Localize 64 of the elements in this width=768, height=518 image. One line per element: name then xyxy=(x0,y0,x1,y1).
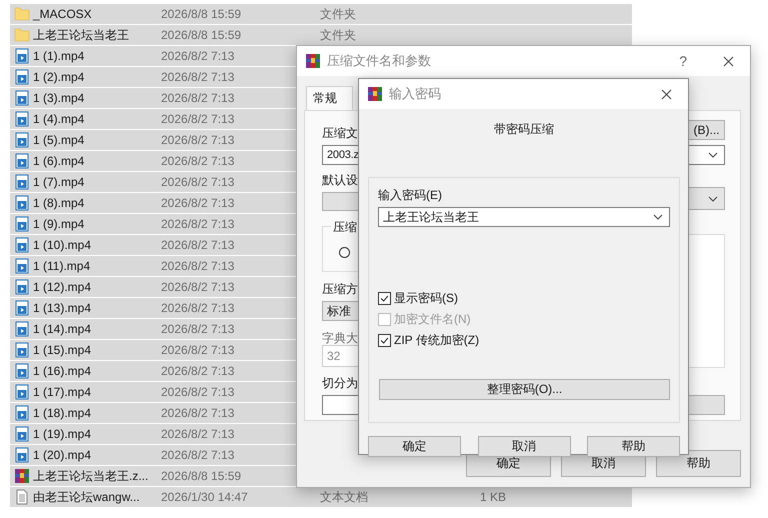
file-date: 2026/8/2 7:13 xyxy=(161,259,234,273)
file-type: 文件夹 xyxy=(320,26,356,44)
file-name: 1 (6).mp4 xyxy=(33,154,84,168)
file-type: 文件夹 xyxy=(320,6,356,22)
file-date: 2026/8/2 7:13 xyxy=(161,91,234,105)
file-name: _MACOSX xyxy=(33,7,92,21)
file-date: 2026/8/2 7:13 xyxy=(161,175,234,189)
window-title: 压缩文件名和参数 xyxy=(327,52,432,70)
file-date: 2026/8/2 7:13 xyxy=(161,343,234,357)
file-name: 1 (3).mp4 xyxy=(33,91,84,105)
file-name: 1 (13).mp4 xyxy=(33,301,92,315)
file-name: 上老王论坛当老王.z... xyxy=(33,468,148,484)
file-name: 1 (2).mp4 xyxy=(33,70,84,84)
file-name: 1 (5).mp4 xyxy=(33,133,84,147)
file-name: 1 (7).mp4 xyxy=(33,175,84,189)
checkbox-label: 加密文件名(N) xyxy=(394,311,471,328)
field-label: 压缩文 xyxy=(322,126,358,140)
file-date: 2026/8/2 7:13 xyxy=(161,280,234,294)
file-name: 1 (20).mp4 xyxy=(33,448,92,462)
file-date: 2026/8/2 7:13 xyxy=(161,385,234,399)
file-name: 1 (15).mp4 xyxy=(33,343,92,357)
checkbox-label: 显示密码(S) xyxy=(394,290,458,307)
file-date: 2026/8/2 7:13 xyxy=(161,448,234,462)
file-date: 2026/8/2 7:13 xyxy=(161,154,234,168)
file-date: 2026/8/2 7:13 xyxy=(161,238,234,252)
file-date: 2026/8/8 15:59 xyxy=(161,7,242,21)
file-name: 1 (19).mp4 xyxy=(33,427,92,441)
field-label: 切分为 xyxy=(322,376,358,390)
file-name: 1 (11).mp4 xyxy=(33,259,90,273)
file-date: 2026/8/2 7:13 xyxy=(161,112,234,126)
file-name: 上老王论坛当老王 xyxy=(33,26,129,44)
field-label: 默认设 xyxy=(322,173,358,187)
file-name: 1 (1).mp4 xyxy=(33,49,84,63)
file-name: 1 (14).mp4 xyxy=(33,322,92,336)
file-name: 1 (8).mp4 xyxy=(33,196,84,210)
file-size: 1 KB xyxy=(480,490,506,504)
checkbox-label: ZIP 传统加密(Z) xyxy=(394,332,480,349)
file-name: 1 (16).mp4 xyxy=(33,364,92,378)
file-name: 1 (17).mp4 xyxy=(33,385,92,399)
file-date: 2026/8/8 15:59 xyxy=(161,469,242,483)
file-date: 2026/8/2 7:13 xyxy=(161,322,234,336)
file-name: 1 (10).mp4 xyxy=(33,238,92,252)
file-date: 2026/8/2 7:13 xyxy=(161,49,234,63)
field-label: 输入密码(E) xyxy=(378,188,442,202)
file-name: 由老王论坛wangw... xyxy=(33,488,140,506)
file-date: 2026/8/8 15:59 xyxy=(161,28,242,42)
file-date: 2026/8/2 7:13 xyxy=(161,70,234,84)
field-label: 字典大 xyxy=(322,331,358,345)
file-date: 2026/8/2 7:13 xyxy=(161,364,234,378)
file-name: 1 (9).mp4 xyxy=(33,217,84,231)
file-name: 1 (18).mp4 xyxy=(33,406,92,420)
file-name: 1 (12).mp4 xyxy=(33,280,92,294)
file-type: 文本文档 xyxy=(320,488,368,506)
file-date: 2026/8/2 7:13 xyxy=(161,406,234,420)
window-title: 输入密码 xyxy=(389,85,442,103)
file-name: 1 (4).mp4 xyxy=(33,112,84,126)
file-date: 2026/8/2 7:13 xyxy=(161,301,234,315)
field-label: 压缩方 xyxy=(322,282,358,296)
file-date: 2026/8/2 7:13 xyxy=(161,133,234,147)
dialog-heading: 带密码压缩 xyxy=(493,122,555,136)
file-date: 2026/8/2 7:13 xyxy=(161,196,234,210)
file-date: 2026/8/2 7:13 xyxy=(161,427,234,441)
file-date: 2026/8/2 7:13 xyxy=(161,217,234,231)
file-date: 2026/1/30 14:47 xyxy=(161,490,248,504)
